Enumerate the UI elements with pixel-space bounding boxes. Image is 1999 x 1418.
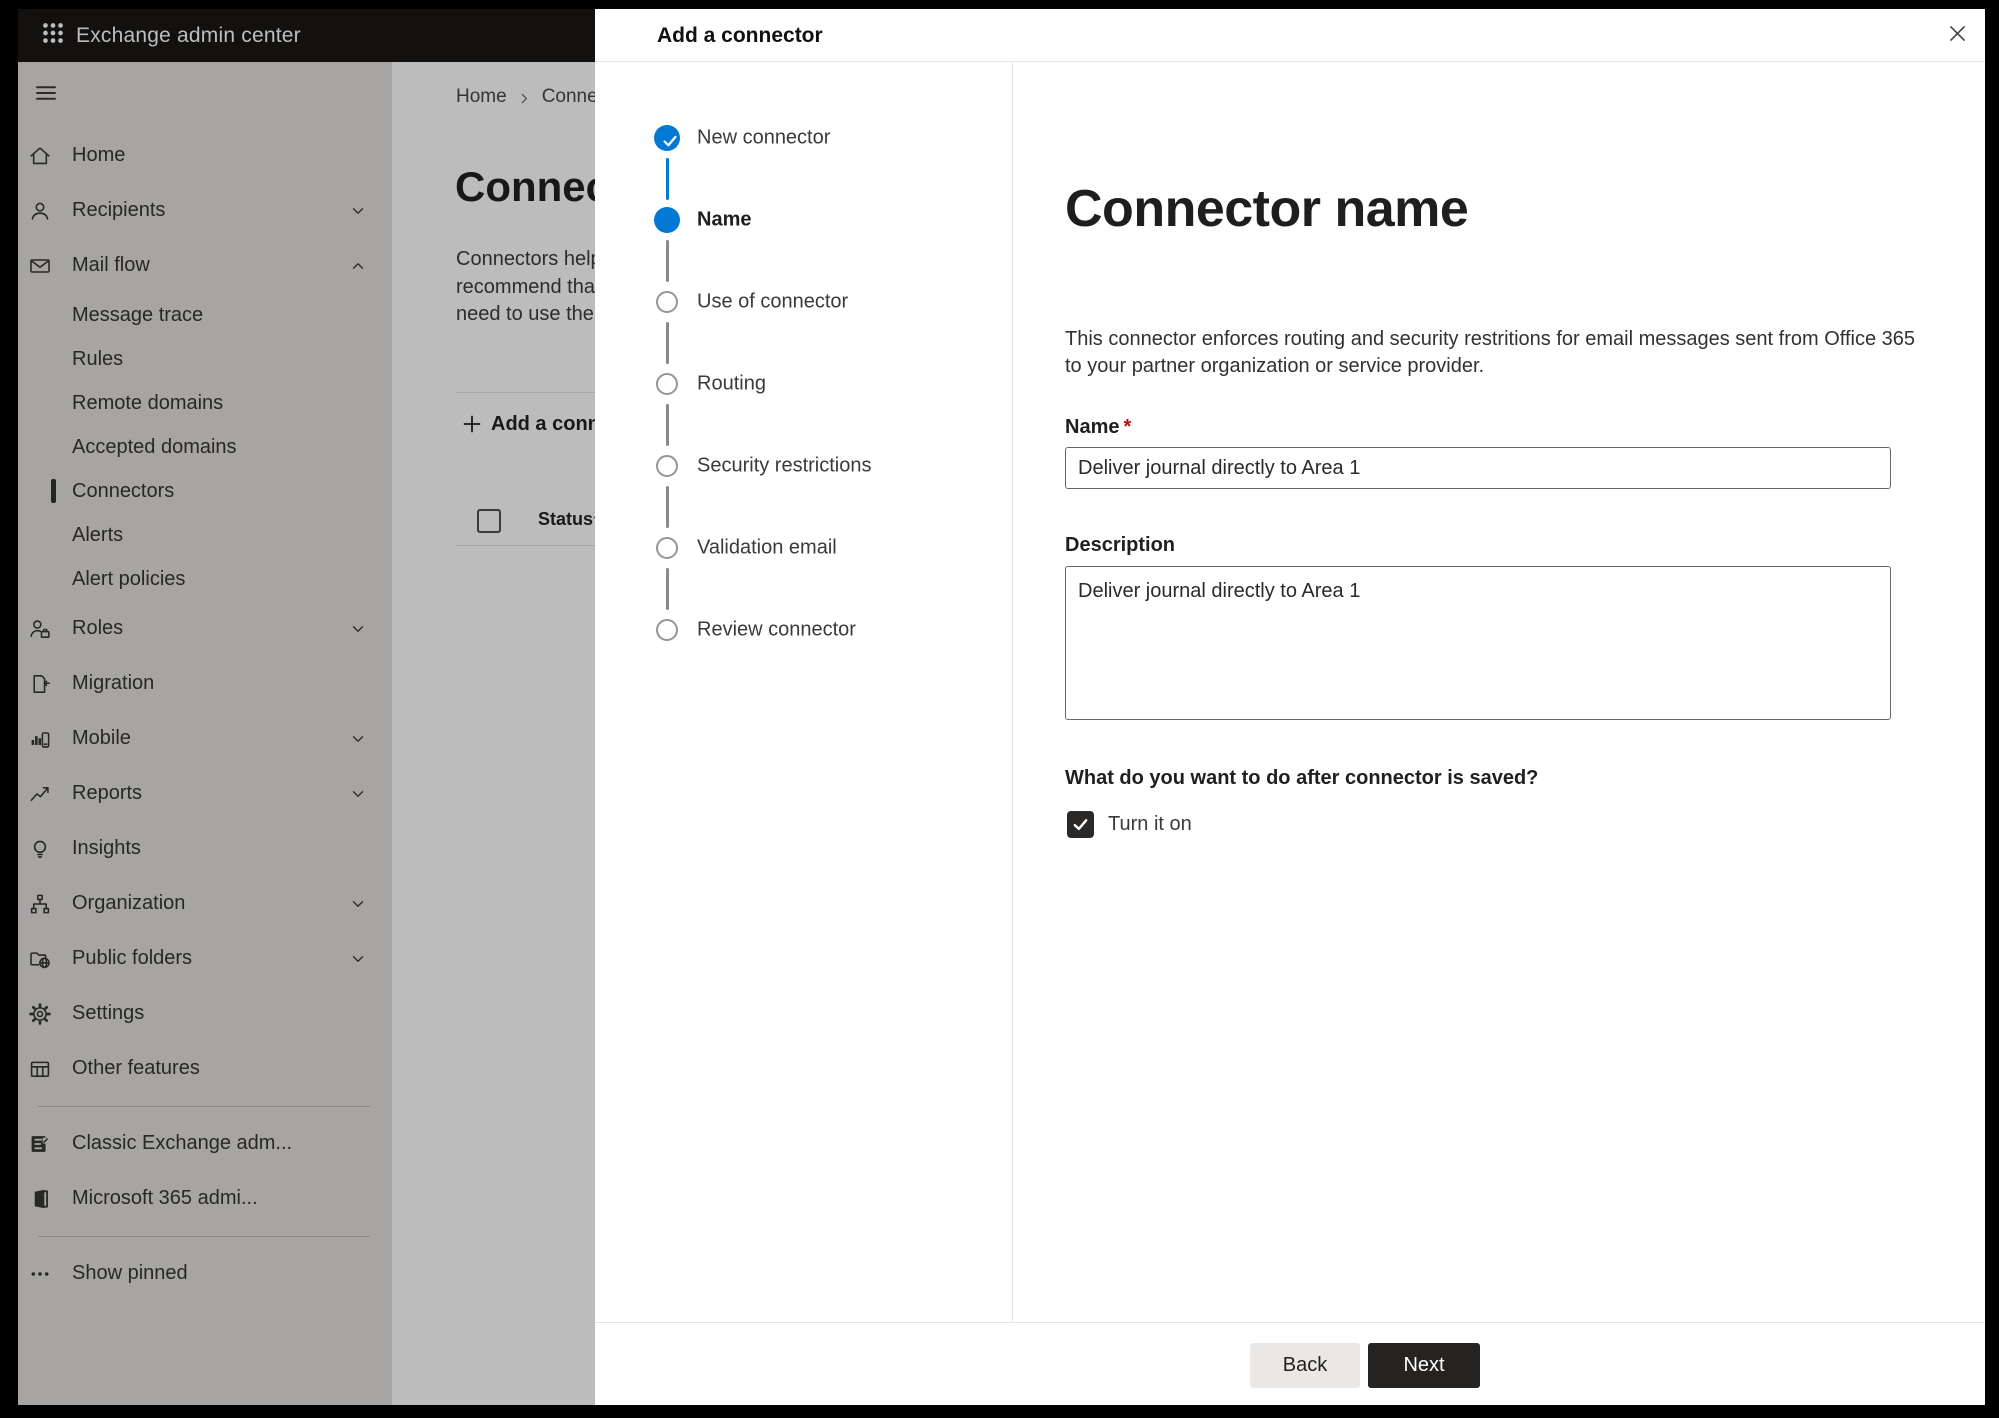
name-field-label: Name * [1065,416,1132,438]
turn-it-on-label: Turn it on [1108,813,1192,835]
wizard-stepper: New connector Name Use of connector Routing… [595,62,1013,1322]
step-connector-line [665,240,669,282]
step-connector-line [665,486,669,528]
add-connector-dialog: Add a connector New connector Name Use of … [595,9,1985,1405]
next-button[interactable]: Next [1368,1343,1480,1388]
step-label-validation-email: Validation email [697,536,837,559]
step-circle-review-connector[interactable] [656,619,678,641]
step-connector-line [665,404,669,446]
step-label-security-restrictions: Security restrictions [697,454,872,477]
name-input[interactable] [1065,447,1891,489]
step-label-use-of-connector: Use of connector [697,290,849,313]
step-circle-use-of-connector[interactable] [656,291,678,313]
step-circle-security-restrictions[interactable] [656,455,678,477]
screen: Exchange admin center Home Recipients Mail… [18,9,1985,1405]
text-line: This connector enforces routing and secu… [1065,328,1916,350]
close-button[interactable] [1933,12,1981,60]
close-icon [1946,22,1969,50]
dialog-title: Add a connector [657,24,823,47]
step-connector-line [665,568,669,610]
back-button[interactable]: Back [1250,1343,1360,1388]
step-connector-line [665,322,669,364]
text-line: to your partner organization or service … [1065,355,1485,377]
turn-it-on-checkbox[interactable] [1067,811,1094,838]
check-icon [657,128,677,148]
footer-divider [595,1322,1985,1323]
turn-it-on-row: Turn it on [1067,811,1192,838]
step-description: This connector enforces routing and secu… [1065,326,1915,380]
step-circle-validation-email[interactable] [656,537,678,559]
step-label-new-connector: New connector [697,126,831,149]
step-heading: Connector name [1065,180,1469,238]
dialog-header: Add a connector [595,9,1985,62]
step-circle-name[interactable] [654,207,680,233]
step-label-review-connector: Review connector [697,618,856,641]
step-circle-new-connector[interactable] [654,125,680,151]
step-label-routing: Routing [697,372,766,395]
step-circle-routing[interactable] [656,373,678,395]
after-save-question: What do you want to do after connector i… [1065,767,1539,789]
required-asterisk: * [1123,416,1132,438]
description-textarea[interactable] [1065,566,1891,720]
description-field-label: Description [1065,534,1176,556]
step-connector-line [665,158,669,200]
step-label-name: Name [697,208,752,231]
